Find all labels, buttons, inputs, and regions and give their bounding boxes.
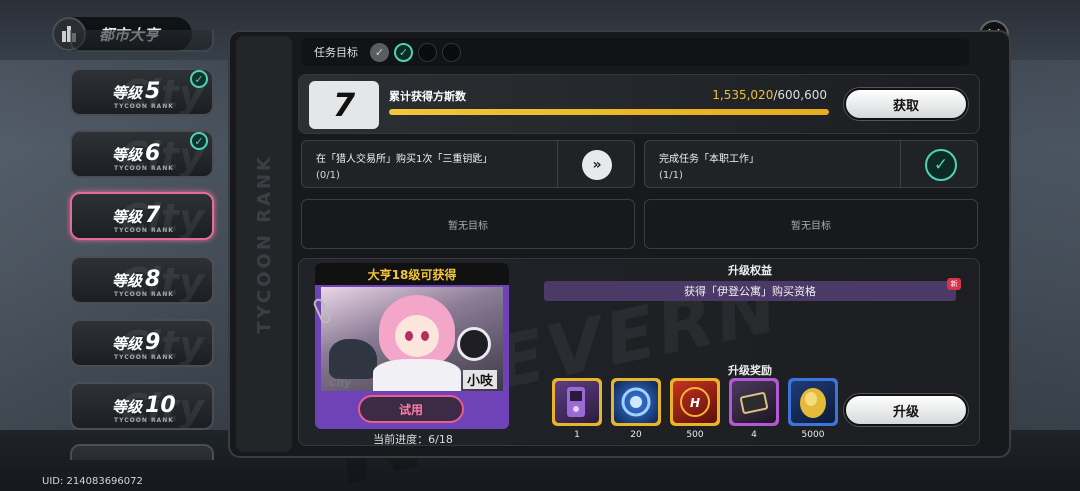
reward-item[interactable] [611, 378, 661, 426]
empty-objective-slot: 暂无目标 [644, 199, 978, 249]
rank-prefix: 等级 [112, 84, 143, 102]
double-chevron-right-icon[interactable]: » [582, 150, 612, 180]
city-ghost-text: City [329, 378, 352, 389]
rank-item-5[interactable]: City 等级 5 TYCOON RANK ✓ [70, 68, 214, 116]
rank-prefix: 等级 [112, 208, 143, 226]
rank-prefix: 等级 [112, 335, 143, 353]
character-face [395, 315, 439, 357]
rank-label: 等级 7 [112, 203, 160, 228]
character-beast [329, 339, 377, 379]
current-level-badge: 7 [309, 81, 379, 129]
character-body [373, 359, 461, 391]
character-name: 小吱 [462, 370, 497, 389]
progress-bar [389, 109, 829, 115]
character-pet [457, 327, 491, 361]
spine-label: TYCOON RANK [253, 154, 275, 334]
rank-item-10[interactable]: City 等级 10 TYCOON RANK [70, 382, 214, 430]
progress-value: 1,535,020/600,600 [629, 88, 827, 102]
task-divider [900, 141, 901, 187]
blue-orb-icon [614, 381, 658, 423]
reward-quantity: 20 [630, 430, 642, 440]
rank-item-8[interactable]: City 等级 8 TYCOON RANK [70, 256, 214, 304]
rank-label: 等级 10 [112, 393, 176, 418]
task-card-1: 在「猎人交易所」购买1次「三重钥匙」 (0/1) » [301, 140, 635, 188]
reward-item[interactable] [729, 378, 779, 426]
user-id: UID: 214083696072 [42, 476, 143, 487]
rank-label: 等级 6 [112, 141, 160, 166]
check-icon: ✓ [925, 149, 957, 181]
rank-number: 8 [145, 267, 161, 292]
reward-quantity: 1 [574, 430, 580, 440]
character-reward-header: 大亨18级可获得 [315, 263, 509, 285]
level-progress-card: 7 累计获得方斯数 1,535,020/600,600 获取 [298, 74, 980, 134]
unlock-progress: 当前进度：6/18 [373, 433, 453, 446]
objective-done-check-icon: ✓ [370, 42, 389, 62]
rewards-title: 升级奖励 [728, 364, 772, 377]
check-icon: ✓ [190, 70, 208, 88]
rank-prefix: 等级 [112, 146, 143, 164]
objective-current-check-icon: ✓ [394, 42, 413, 62]
rank-number: 9 [145, 330, 161, 355]
reward-item[interactable] [788, 378, 838, 426]
task-title: 在「猎人交易所」购买1次「三重钥匙」 [316, 154, 493, 165]
upgrade-button[interactable]: 升级 [844, 394, 968, 426]
character-portrait: City 小吱 [321, 287, 503, 391]
rank-label: 等级 8 [112, 267, 160, 292]
reward-quantity: 4 [751, 430, 757, 440]
rank-subtitle: TYCOON RANK [114, 417, 174, 424]
objective-pending-dot [442, 42, 461, 62]
task-title: 完成任务「本职工作」 [659, 154, 759, 165]
svg-text:H: H [690, 396, 700, 410]
task-divider [557, 141, 558, 187]
rank-item-6[interactable]: City 等级 6 TYCOON RANK ✓ [70, 130, 214, 178]
purple-device-icon [555, 381, 599, 423]
rank-subtitle: TYCOON RANK [114, 291, 174, 298]
benefits-title: 升级权益 [728, 264, 772, 277]
benefit-item: 获得「伊登公寓」购买资格 [544, 281, 956, 301]
rank-item-9[interactable]: City 等级 9 TYCOON RANK [70, 319, 214, 367]
task-progress: (0/1) [316, 170, 340, 181]
rank-number: 7 [145, 203, 161, 228]
character-eye [421, 331, 429, 341]
rank-item-7[interactable]: City 等级 7 TYCOON RANK [70, 192, 214, 240]
rank-subtitle: TYCOON RANK [114, 354, 174, 361]
chest-icon [732, 381, 776, 423]
objectives-label: 任务目标 [314, 46, 358, 59]
rank-list[interactable]: City 等级 5 TYCOON RANK ✓ City 等级 6 TYCOON R… [66, 30, 218, 460]
character-eye [405, 331, 413, 341]
rank-label: 等级 5 [112, 79, 160, 104]
hunter-card-icon: H [673, 381, 717, 423]
rank-item-4-partial[interactable] [70, 30, 214, 52]
rank-subtitle: TYCOON RANK [114, 165, 174, 172]
reward-item[interactable] [552, 378, 602, 426]
rank-subtitle: TYCOON RANK [114, 227, 174, 234]
check-icon: ✓ [190, 132, 208, 150]
progress-label: 累计获得方斯数 [389, 90, 466, 103]
rank-number: 10 [145, 393, 176, 418]
new-badge: 新 [947, 278, 961, 290]
progress-current: 1,535,020 [712, 88, 774, 102]
task-card-2: 完成任务「本职工作」 (1/1) ✓ [644, 140, 978, 188]
objective-pending-dot [418, 42, 437, 62]
rank-subtitle: TYCOON RANK [114, 103, 174, 110]
rank-prefix: 等级 [112, 272, 143, 290]
rank-prefix: 等级 [112, 398, 143, 416]
rank-number: 6 [145, 141, 161, 166]
reward-quantity: 500 [686, 430, 704, 440]
progress-target: /600,600 [773, 88, 827, 102]
rank-number: 5 [145, 79, 161, 104]
gold-coin-icon [791, 381, 835, 423]
rank-item-11-partial[interactable] [70, 444, 214, 460]
objectives-bar: 任务目标 ✓ ✓ [301, 38, 969, 66]
task-progress: (1/1) [659, 170, 683, 181]
reward-item[interactable]: H [670, 378, 720, 426]
trial-button[interactable]: 试用 [358, 395, 464, 423]
progress-bar-fill [389, 109, 829, 115]
reward-quantity: 5000 [801, 430, 825, 440]
rank-label: 等级 9 [112, 330, 160, 355]
panel-spine: TYCOON RANK [236, 36, 292, 452]
empty-objective-slot: 暂无目标 [301, 199, 635, 249]
claim-button[interactable]: 获取 [844, 88, 968, 120]
